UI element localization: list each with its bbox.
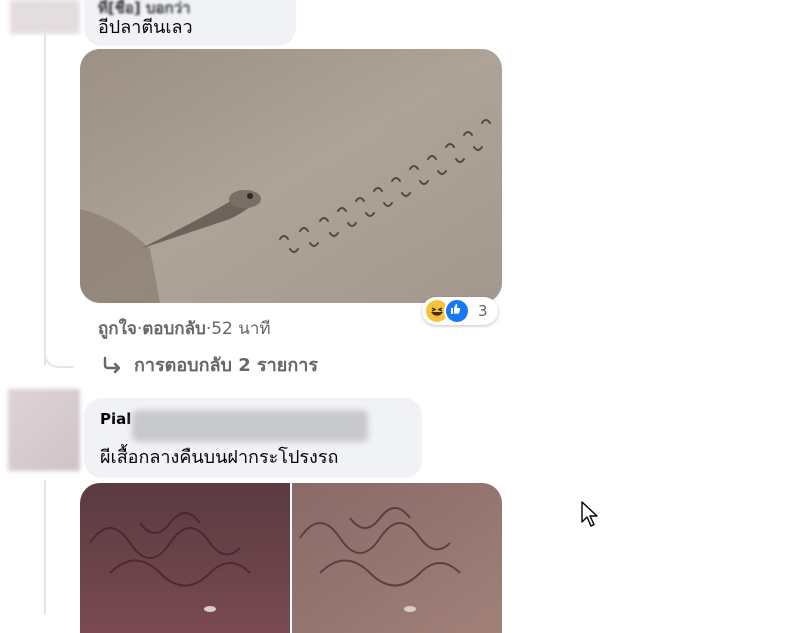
- replies-label: การตอบกลับ 2 รายการ: [134, 355, 319, 376]
- like-link[interactable]: ถูกใจ: [98, 315, 137, 342]
- comment-author[interactable]: Pial: [100, 410, 131, 428]
- thread-branch: [44, 328, 74, 368]
- comment-bubble: ที่[ชื่อ] บอกว่า อีปลาตีนเลว: [84, 0, 296, 46]
- timestamp[interactable]: 52 นาที: [211, 315, 270, 342]
- reply-arrow-icon: [103, 356, 121, 373]
- comment-photo-moth[interactable]: [80, 483, 502, 633]
- comment-text: อีปลาตีนเลว: [98, 17, 193, 38]
- reply-link[interactable]: ตอบกลับ: [142, 315, 206, 342]
- thread-line-lower: [44, 480, 46, 615]
- avatar[interactable]: [10, 0, 80, 34]
- thread-line: [44, 0, 46, 366]
- comment-photo-mudskipper[interactable]: [80, 49, 502, 303]
- reaction-count: 3: [478, 302, 488, 320]
- like-icon: [444, 298, 470, 324]
- view-replies-link[interactable]: การตอบกลับ 2 รายการ: [102, 350, 318, 379]
- comment-actions: ถูกใจ · ตอบกลับ · 52 นาที: [98, 315, 271, 342]
- mudskipper-image: [80, 49, 502, 303]
- comment-text: ผีเสื้อกลางคืนบนฝากระโปรงรถ: [100, 447, 339, 468]
- avatar[interactable]: [8, 389, 80, 471]
- mouse-cursor-icon: [581, 501, 598, 527]
- moth-image: [80, 483, 502, 633]
- reaction-summary[interactable]: 3: [422, 297, 498, 325]
- redacted-name: [132, 410, 368, 442]
